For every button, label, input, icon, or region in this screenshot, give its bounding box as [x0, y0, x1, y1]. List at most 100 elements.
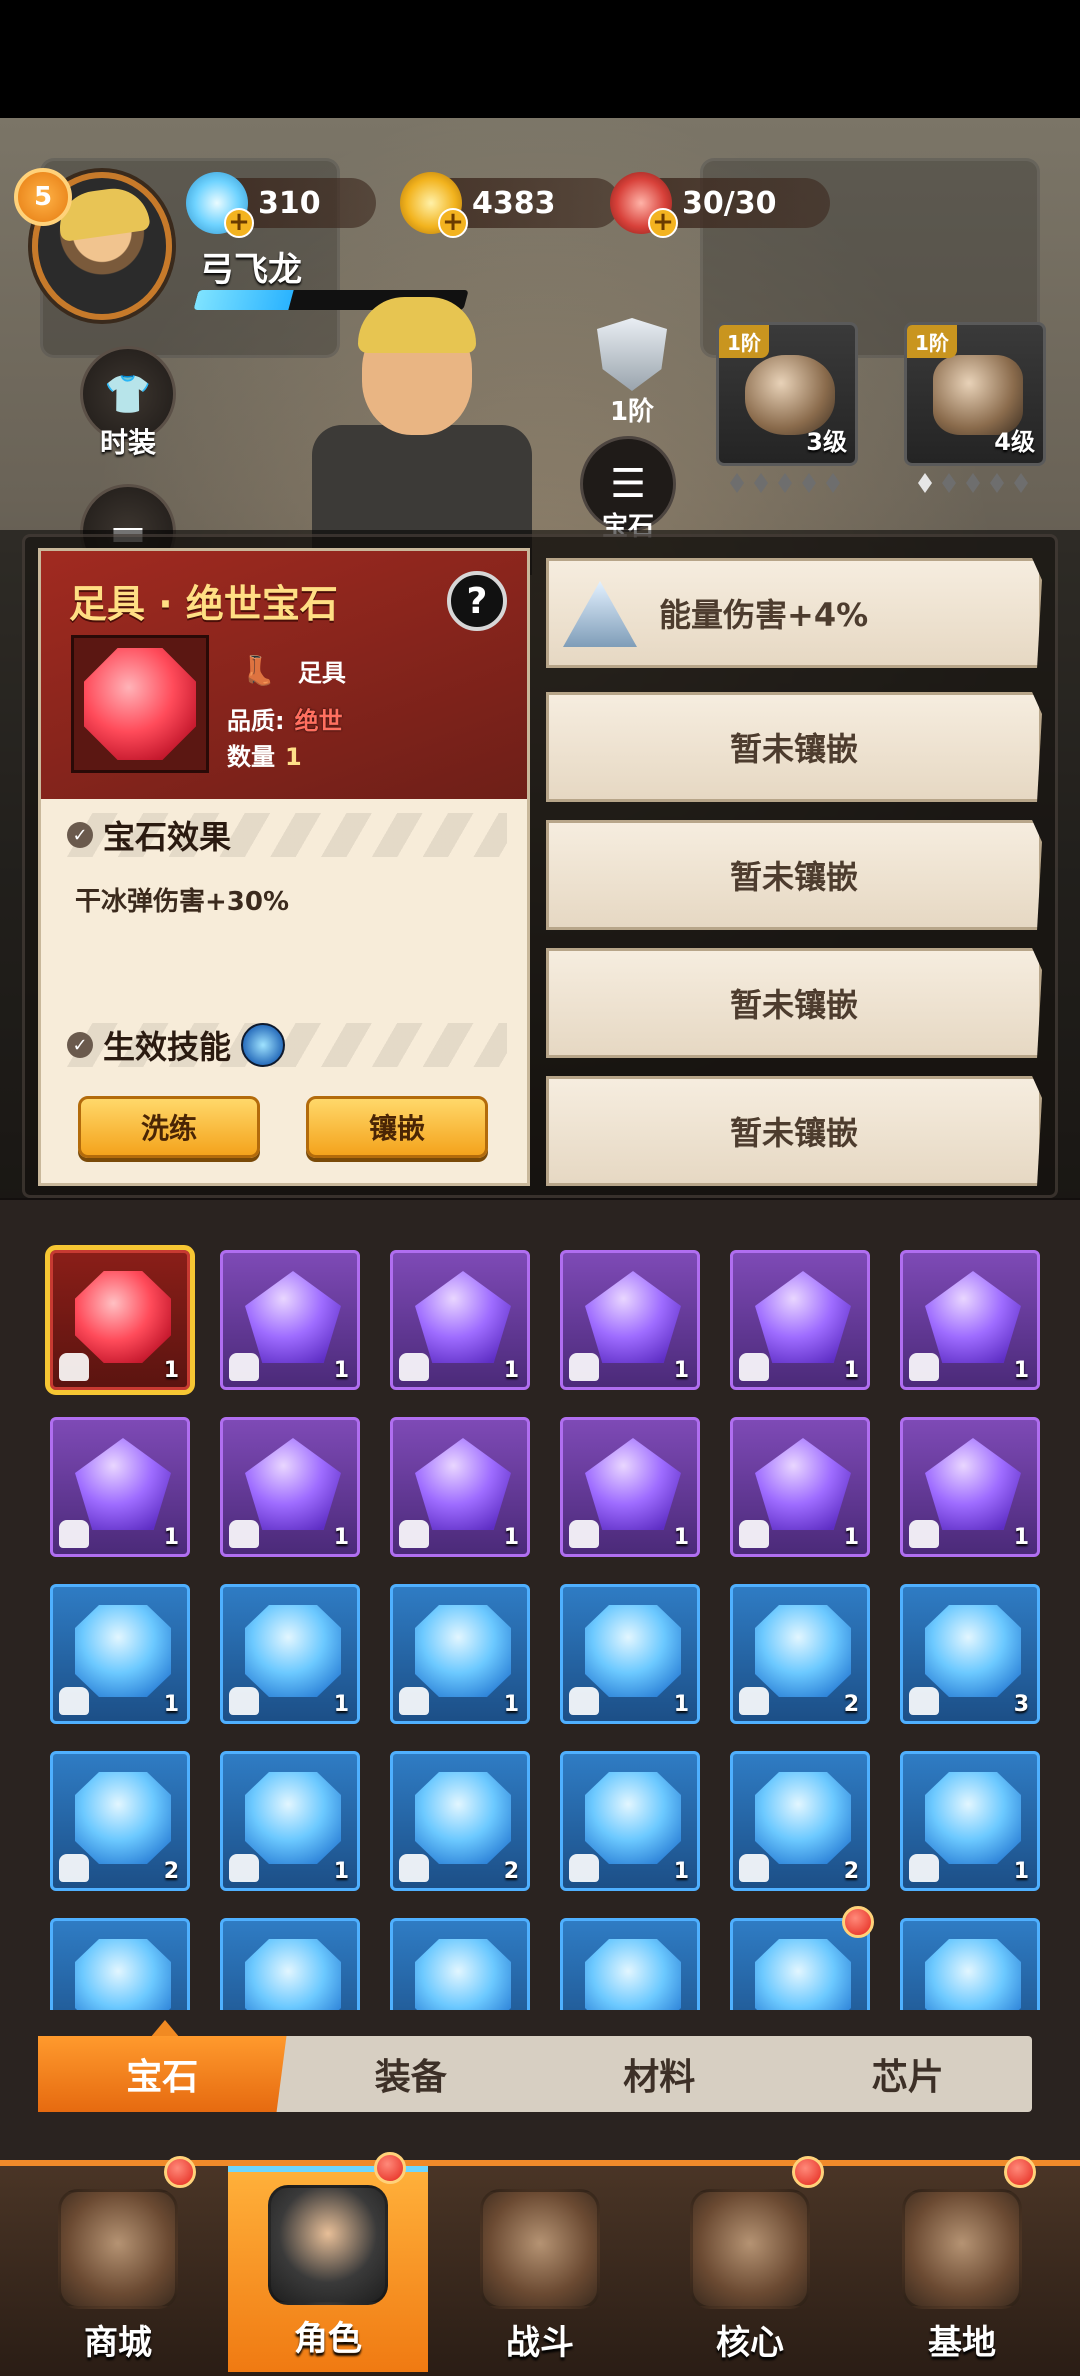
- add-gold-icon[interactable]: +: [438, 208, 468, 238]
- stamina-counter[interactable]: + 30/30: [610, 172, 830, 238]
- player-name: 弓飞龙: [200, 250, 302, 290]
- gold-counter[interactable]: + 4383: [400, 172, 620, 238]
- blue-gem-icon: [415, 1605, 511, 1697]
- gem-effect-heading: ✓ 宝石效果: [67, 813, 507, 857]
- ice-skill-icon[interactable]: [241, 1023, 286, 1067]
- player-level-badge: 5: [14, 168, 72, 226]
- costume-button[interactable]: 👕 时装: [80, 346, 176, 459]
- blue-gem-icon: [415, 1939, 511, 2010]
- blue-gem-icon: [755, 1939, 851, 2010]
- inventory-gem-cell[interactable]: 1: [45, 1245, 195, 1395]
- inventory-gem-cell[interactable]: [560, 1918, 700, 2010]
- inventory-gem-cell[interactable]: 2: [730, 1584, 870, 1724]
- purple-gem-icon: [585, 1271, 681, 1363]
- tab-materials[interactable]: 材料: [535, 2036, 784, 2112]
- add-diamond-icon[interactable]: +: [224, 208, 254, 238]
- socket-text: 能量伤害+4%: [659, 596, 869, 634]
- tab-equipment[interactable]: 装备: [287, 2036, 536, 2112]
- inventory-gem-cell[interactable]: [900, 1918, 1040, 2010]
- inventory-gem-cell[interactable]: 1: [220, 1584, 360, 1724]
- inlay-button[interactable]: 镶嵌: [306, 1096, 488, 1158]
- gem-slot-dot: [990, 473, 1004, 493]
- diamond-counter[interactable]: + 310: [186, 172, 376, 238]
- gem-socket-5[interactable]: 暂未镶嵌: [546, 1076, 1042, 1186]
- help-button[interactable]: ?: [447, 571, 507, 631]
- tab-gems[interactable]: 宝石: [38, 2036, 287, 2112]
- inventory-gem-cell[interactable]: [220, 1918, 360, 2010]
- gem-socket-1[interactable]: 能量伤害+4%: [546, 558, 1042, 668]
- equip-helmet[interactable]: 1阶 3级: [716, 322, 858, 466]
- gem-slot-label: 足具: [297, 659, 346, 687]
- equip-level: 4级: [994, 428, 1035, 456]
- reroll-button[interactable]: 洗练: [78, 1096, 260, 1158]
- gem-detail-header: 足具 · 绝世宝石 ? 👢 足具 品质: 绝世 数量 1: [41, 551, 527, 799]
- gem-slot-dot: [1014, 473, 1028, 493]
- gem-socket-4[interactable]: 暂未镶嵌: [546, 948, 1042, 1058]
- inventory-gem-cell[interactable]: 1: [560, 1751, 700, 1891]
- inventory-gem-cell[interactable]: 1: [390, 1584, 530, 1724]
- nav-base[interactable]: 基地: [862, 2170, 1062, 2376]
- gem-socket-3[interactable]: 暂未镶嵌: [546, 820, 1042, 930]
- gem-inventory-grid: 1 1 1 1 1 1 1 1 1 1 1 1 1 1 1 1 2 3 2 1 2 1 2 1: [0, 1240, 1080, 2010]
- gem-socket-2[interactable]: 暂未镶嵌: [546, 692, 1042, 802]
- nav-character[interactable]: 角色: [228, 2166, 428, 2372]
- purple-gem-icon: [755, 1438, 851, 1530]
- inventory-gem-cell[interactable]: 2: [730, 1751, 870, 1891]
- inventory-gem-cell[interactable]: 2: [390, 1751, 530, 1891]
- nav-core[interactable]: 核心: [650, 2170, 850, 2376]
- add-stamina-icon[interactable]: +: [648, 208, 678, 238]
- purple-gem-icon: [75, 1438, 171, 1530]
- inventory-gem-cell[interactable]: 1: [220, 1417, 360, 1557]
- socket-text: 暂未镶嵌: [729, 1114, 858, 1152]
- gem-quantity: 1: [843, 1525, 859, 1550]
- inventory-gem-cell[interactable]: 1: [560, 1584, 700, 1724]
- blue-gem-icon: [585, 1772, 681, 1864]
- gem-detail-panel: 足具 · 绝世宝石 ? 👢 足具 品质: 绝世 数量 1 ✓ 宝石效果 干冰弹伤害+…: [38, 548, 530, 1186]
- nav-battle[interactable]: 战斗: [440, 2170, 640, 2376]
- equip-slot-icon: [739, 1353, 769, 1381]
- gem-effect-title: 宝石效果: [103, 818, 232, 856]
- inventory-gem-cell[interactable]: 1: [390, 1250, 530, 1390]
- inventory-gem-cell[interactable]: 1: [390, 1417, 530, 1557]
- inventory-gem-cell[interactable]: [390, 1918, 530, 2010]
- gem-menu-button[interactable]: ☰ 宝石: [580, 436, 676, 542]
- inventory-gem-cell[interactable]: 1: [220, 1751, 360, 1891]
- inventory-gem-cell[interactable]: 1: [730, 1250, 870, 1390]
- notification-dot: [164, 2156, 196, 2188]
- nav-label: 战斗: [506, 2323, 574, 2363]
- quality-label: 品质:: [227, 707, 285, 735]
- gem-quantity: 1: [333, 1859, 349, 1884]
- rank-shield[interactable]: 1阶: [584, 318, 680, 428]
- equip-slot-icon: [909, 1353, 939, 1381]
- gem-slot-dot: [754, 473, 768, 493]
- inventory-gem-cell[interactable]: 1: [220, 1250, 360, 1390]
- nav-label: 基地: [928, 2323, 996, 2363]
- nav-shop[interactable]: 商城: [18, 2170, 218, 2376]
- socket-text: 暂未镶嵌: [729, 986, 858, 1024]
- equip-gloves[interactable]: 1阶 4级: [904, 322, 1046, 466]
- equip-slot-icon: [569, 1520, 599, 1548]
- notification-dot: [842, 1906, 874, 1938]
- costume-icon: 👕: [104, 372, 152, 416]
- quantity-value: 1: [285, 743, 302, 771]
- equip-slot-icon: [909, 1520, 939, 1548]
- inventory-gem-cell[interactable]: 1: [50, 1417, 190, 1557]
- tab-chips[interactable]: 芯片: [784, 2036, 1033, 2112]
- inventory-gem-cell[interactable]: 1: [50, 1584, 190, 1724]
- inventory-gem-cell[interactable]: 3: [900, 1584, 1040, 1724]
- inventory-gem-cell[interactable]: 1: [900, 1250, 1040, 1390]
- gem-quantity: 1: [333, 1525, 349, 1550]
- purple-gem-icon: [415, 1271, 511, 1363]
- gem-slot-dot: [826, 473, 840, 493]
- inventory-gem-cell[interactable]: 1: [560, 1250, 700, 1390]
- gem-quantity: 1: [163, 1692, 179, 1717]
- socket-text: 暂未镶嵌: [729, 730, 858, 768]
- inventory-gem-cell[interactable]: 2: [50, 1751, 190, 1891]
- inventory-gem-cell[interactable]: 1: [560, 1417, 700, 1557]
- socket-text: 暂未镶嵌: [729, 858, 858, 896]
- inventory-gem-cell[interactable]: 1: [730, 1417, 870, 1557]
- inventory-gem-cell[interactable]: 1: [900, 1417, 1040, 1557]
- inventory-gem-cell[interactable]: 1: [900, 1751, 1040, 1891]
- gem-quantity: 1: [673, 1859, 689, 1884]
- inventory-gem-cell[interactable]: [50, 1918, 190, 2010]
